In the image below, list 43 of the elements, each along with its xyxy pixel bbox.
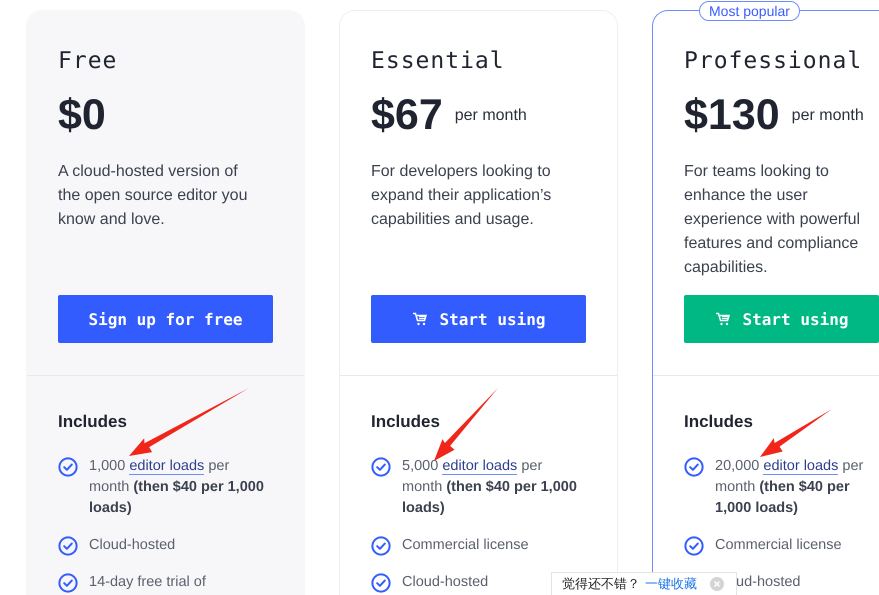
start-using-button[interactable]: Start using: [684, 295, 879, 343]
plan-name: Professional: [684, 47, 864, 76]
plan-price: $0: [58, 90, 106, 140]
check-circle-icon: [371, 536, 391, 556]
plan-name: Free: [58, 47, 118, 76]
check-circle-icon: [684, 536, 704, 556]
plan-name: Essential: [371, 47, 506, 76]
plan-description: For teams looking to enhance the user experience with powerful features and compliance capabilities.: [684, 162, 862, 278]
includes-heading: Includes: [371, 411, 441, 433]
includes-heading: Includes: [58, 411, 128, 433]
check-circle-icon: [684, 457, 704, 477]
plan-description: A cloud-hosted version of the open source editor you know and love.: [58, 162, 248, 230]
editor-loads-link[interactable]: editor loads: [442, 458, 518, 475]
check-circle-icon: [58, 536, 78, 556]
feature-text: Commercial license: [715, 536, 842, 555]
feature-text: Cloud-hosted: [402, 573, 488, 592]
cart-icon: [412, 312, 428, 326]
feature-text: 14-day free trial of: [89, 573, 206, 592]
check-circle-icon: [371, 573, 391, 593]
price-period: per month: [454, 107, 527, 125]
feature-text: 1,000 editor loads per month (then $40 per 1,000 loads): [89, 457, 265, 518]
check-circle-icon: [58, 573, 78, 593]
plan-price: $130: [684, 90, 780, 140]
sign-up-button[interactable]: Sign up for free: [58, 295, 273, 343]
plan-price: $67: [371, 90, 443, 140]
price-period: per month: [792, 107, 864, 125]
bookmark-link[interactable]: 一键收藏: [645, 575, 697, 593]
popup-text: 觉得还不错？: [562, 576, 640, 593]
plan-description: For developers looking to expand their application’s capabilities and usage.: [371, 162, 552, 230]
check-circle-icon: [371, 457, 391, 477]
close-icon[interactable]: [710, 577, 724, 591]
cart-icon: [714, 312, 731, 326]
feature-text: ud-hosted: [736, 573, 800, 592]
popular-badge: Most popular: [699, 1, 800, 21]
check-circle-icon: [58, 457, 78, 477]
feature-text: Cloud-hosted: [89, 536, 176, 555]
editor-loads-link[interactable]: editor loads: [129, 458, 204, 475]
editor-loads-link[interactable]: editor loads: [763, 458, 838, 475]
start-using-button[interactable]: Start using: [371, 295, 586, 343]
feature-text: 5,000 editor loads per month (then $40 per 1,000 loads): [402, 457, 578, 518]
feature-text: 20,000 editor loads per month (then $40 per 1,000 loads): [715, 457, 864, 518]
feature-text: Commercial license: [402, 536, 529, 555]
includes-heading: Includes: [684, 411, 754, 433]
